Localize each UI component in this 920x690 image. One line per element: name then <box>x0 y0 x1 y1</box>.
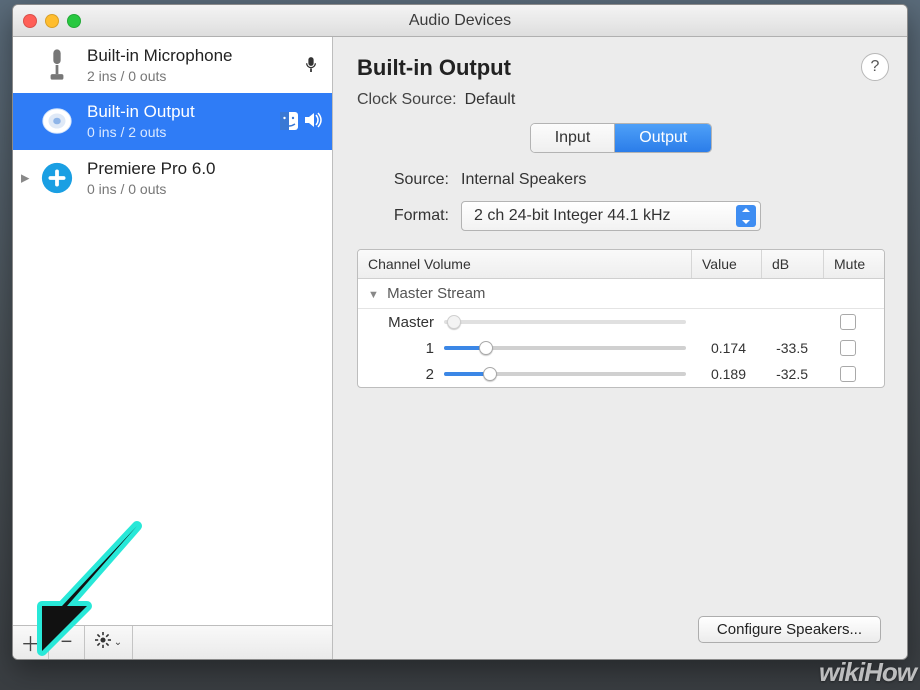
channel-db: -32.5 <box>756 366 818 382</box>
chevron-down-icon: ⌄ <box>114 637 122 648</box>
channel-row-1: 1 0.174 -33.5 <box>358 335 884 361</box>
sidebar-footer: ＋ − ⌄ <box>13 625 332 659</box>
channel-label: 2 <box>364 366 444 383</box>
channel-label: Master <box>364 314 444 331</box>
device-title: Built-in Output <box>357 55 885 81</box>
device-io: 2 ins / 0 outs <box>87 67 292 85</box>
device-item-premiere-pro[interactable]: ▶ Premiere Pro 6.0 0 ins / 0 outs <box>13 150 332 206</box>
col-value: Value <box>692 250 762 278</box>
configure-speakers-button[interactable]: Configure Speakers... <box>698 616 881 643</box>
help-icon: ? <box>871 58 880 76</box>
device-name: Built-in Output <box>87 101 268 123</box>
tab-output[interactable]: Output <box>615 124 711 152</box>
clock-source-row: Clock Source: Default <box>357 91 885 109</box>
gear-icon <box>95 631 111 654</box>
device-list: Built-in Microphone 2 ins / 0 outs Bu <box>13 37 332 625</box>
speaker-device-icon <box>39 103 75 139</box>
clock-source-value: Default <box>465 91 516 109</box>
section-label: Master Stream <box>387 285 485 302</box>
minimize-button[interactable] <box>45 14 59 28</box>
minus-icon: − <box>61 631 73 654</box>
format-select[interactable]: 2 ch 24-bit Integer 44.1 kHz <box>461 201 761 231</box>
channel-row-2: 2 0.189 -32.5 <box>358 361 884 387</box>
io-tab-group: Input Output <box>530 123 713 153</box>
remove-device-button[interactable]: − <box>49 626 85 659</box>
source-row: Source: Internal Speakers <box>357 171 885 189</box>
disclosure-down-icon: ▼ <box>368 289 379 301</box>
format-value: 2 ch 24-bit Integer 44.1 kHz <box>474 207 671 225</box>
col-channel: Channel Volume <box>358 250 692 278</box>
sound-output-icon <box>304 112 322 130</box>
help-button[interactable]: ? <box>861 53 889 81</box>
section-master-stream[interactable]: ▼ Master Stream <box>358 279 884 309</box>
channel-label: 1 <box>364 340 444 357</box>
source-label: Source: <box>357 171 449 189</box>
traffic-lights <box>23 14 81 28</box>
channel-db: -33.5 <box>756 340 818 356</box>
format-label: Format: <box>357 207 449 225</box>
audio-devices-window: Audio Devices Built-in Microphone 2 ins … <box>12 4 908 660</box>
tab-input[interactable]: Input <box>531 124 616 152</box>
channel-value: 0.189 <box>686 366 756 382</box>
sidebar: Built-in Microphone 2 ins / 0 outs Bu <box>13 37 333 659</box>
volume-slider-2[interactable] <box>444 365 686 383</box>
add-device-button[interactable]: ＋ <box>13 626 49 659</box>
volume-slider-master <box>444 313 686 331</box>
window-title: Audio Devices <box>13 12 907 30</box>
bottom-bar: Configure Speakers... <box>357 606 885 645</box>
stepper-icon <box>736 205 756 227</box>
format-row: Format: 2 ch 24-bit Integer 44.1 kHz <box>357 201 885 231</box>
volume-slider-1[interactable] <box>444 339 686 357</box>
window-body: Built-in Microphone 2 ins / 0 outs Bu <box>13 37 907 659</box>
device-io: 0 ins / 0 outs <box>87 180 322 198</box>
channel-volume-table: Channel Volume Value dB Mute ▼ Master St… <box>357 249 885 388</box>
finder-icon <box>280 112 298 130</box>
microphone-device-icon <box>39 47 75 83</box>
microphone-icon <box>304 56 322 74</box>
source-value: Internal Speakers <box>461 171 586 189</box>
plus-icon: ＋ <box>21 628 41 657</box>
disclosure-triangle-icon[interactable]: ▶ <box>21 171 29 184</box>
device-item-builtin-microphone[interactable]: Built-in Microphone 2 ins / 0 outs <box>13 37 332 93</box>
main-panel: ? Built-in Output Clock Source: Default … <box>333 37 907 659</box>
mute-checkbox-1[interactable] <box>840 340 856 356</box>
table-header: Channel Volume Value dB Mute <box>358 250 884 279</box>
channel-row-master: Master <box>358 309 884 335</box>
clock-source-label: Clock Source: <box>357 91 457 109</box>
col-db: dB <box>762 250 824 278</box>
watermark: wikiHow <box>819 657 916 688</box>
mute-checkbox-2[interactable] <box>840 366 856 382</box>
device-name: Premiere Pro 6.0 <box>87 158 322 180</box>
device-item-builtin-output[interactable]: Built-in Output 0 ins / 2 outs <box>13 93 332 149</box>
device-name: Built-in Microphone <box>87 45 292 67</box>
actions-menu-button[interactable]: ⌄ <box>85 626 133 659</box>
col-mute: Mute <box>824 250 884 278</box>
device-io: 0 ins / 2 outs <box>87 123 268 141</box>
titlebar: Audio Devices <box>13 5 907 37</box>
close-button[interactable] <box>23 14 37 28</box>
zoom-button[interactable] <box>67 14 81 28</box>
channel-value: 0.174 <box>686 340 756 356</box>
mute-checkbox-master[interactable] <box>840 314 856 330</box>
aggregate-device-icon <box>39 160 75 196</box>
